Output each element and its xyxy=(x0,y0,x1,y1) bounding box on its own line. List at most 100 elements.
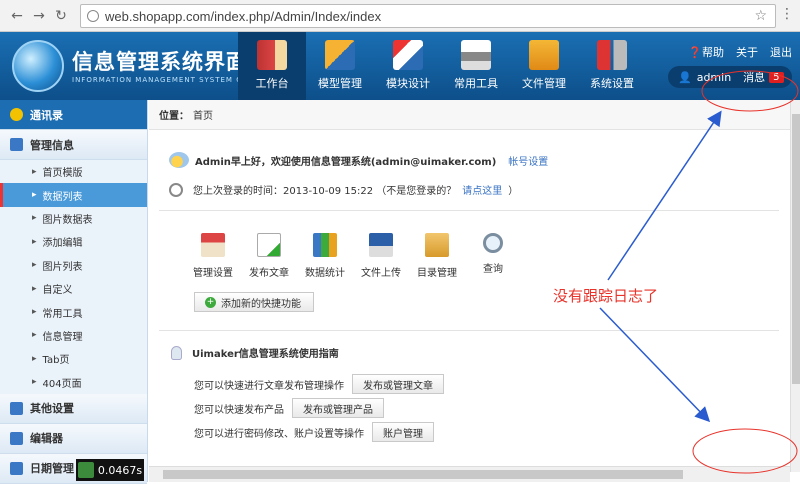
manage-article-button[interactable]: 发布或管理文章 xyxy=(352,374,444,394)
info-icon xyxy=(87,10,99,22)
sidebar: 通讯录 管理信息 首页模版 数据列表 图片数据表 添加编辑 图片列表 自定义 常… xyxy=(0,100,148,484)
timer-value: 0.0467s xyxy=(97,463,143,477)
divider xyxy=(159,330,779,331)
main-content: 位置： 首页 Admin早上好，欢迎使用信息管理系统(admin@uimaker… xyxy=(149,100,790,472)
message-count-badge: 5 xyxy=(769,71,784,83)
list-icon xyxy=(10,138,23,151)
calendar-icon xyxy=(10,461,23,475)
logo: 信息管理系统界面 INFORMATION MANAGEMENT SYSTEM G… xyxy=(12,38,251,94)
sidebar-group-editor[interactable]: 编辑器 xyxy=(0,423,147,454)
sidebar-item[interactable]: 自定义 xyxy=(0,277,147,300)
reload-icon[interactable]: ↻ xyxy=(50,5,72,27)
nav-workbench[interactable]: 工作台 xyxy=(238,32,306,100)
quick-data-stats[interactable]: 数据统计 xyxy=(305,233,345,279)
last-login-text: 您上次登录的时间：2013-10-09 15:22 （不是您登录的？ xyxy=(193,186,457,197)
divider xyxy=(159,210,779,211)
weather-sun-icon xyxy=(169,152,189,168)
messages-link[interactable]: 消息 xyxy=(743,69,765,85)
sidebar-item[interactable]: 图片列表 xyxy=(0,254,147,277)
add-shortcut-button[interactable]: + 添加新的快捷功能 xyxy=(194,292,314,312)
folder-icon xyxy=(425,233,449,257)
vertical-scrollbar[interactable] xyxy=(790,100,800,472)
edit-icon xyxy=(10,431,23,445)
app-header: 信息管理系统界面 INFORMATION MANAGEMENT SYSTEM G… xyxy=(0,32,800,100)
welcome-line: Admin早上好，欢迎使用信息管理系统(admin@uimaker.com) 帐… xyxy=(169,152,548,168)
compass-icon xyxy=(393,40,423,70)
address-bar[interactable]: web.shopapp.com/index.php/Admin/Index/in… xyxy=(80,4,776,28)
help-icon: ❓ xyxy=(688,46,702,59)
quick-file-upload[interactable]: 文件上传 xyxy=(361,233,401,279)
forward-icon[interactable]: → xyxy=(28,5,50,27)
folder-download-icon xyxy=(529,40,559,70)
leaf-logo-icon xyxy=(77,462,94,478)
sidebar-item[interactable]: 图片数据表 xyxy=(0,207,147,230)
quick-actions: 管理设置 发布文章 数据统计 文件上传 目录管理 查询 xyxy=(193,233,512,279)
sidebar-item[interactable]: 404页面 xyxy=(0,371,147,394)
sidebar-item-active[interactable]: 数据列表 xyxy=(0,183,147,207)
sidebar-item[interactable]: Tab页 xyxy=(0,347,147,370)
nav-module-design[interactable]: 模块设计 xyxy=(374,32,442,100)
sidebar-item[interactable]: 首页模版 xyxy=(0,160,147,183)
url-text: web.shopapp.com/index.php/Admin/Index/in… xyxy=(105,8,382,24)
top-links: ❓帮助 关于 退出 xyxy=(688,44,792,60)
last-login-close: ） xyxy=(508,186,519,197)
tools-icon xyxy=(597,40,627,70)
account-settings-link[interactable]: 帐号设置 xyxy=(508,153,548,168)
debug-timer[interactable]: 0.0467s xyxy=(76,459,144,481)
guide-line-product: 您可以快速发布产品 发布或管理产品 xyxy=(194,398,384,418)
nav-model-manage[interactable]: 模型管理 xyxy=(306,32,374,100)
logout-link[interactable]: 退出 xyxy=(770,44,792,60)
magnifier-icon xyxy=(483,233,503,253)
last-login-line: 您上次登录的时间：2013-10-09 15:22 （不是您登录的？ 请点这里 … xyxy=(169,182,518,197)
quick-publish-article[interactable]: 发布文章 xyxy=(249,233,289,279)
back-icon[interactable]: ← xyxy=(6,5,28,27)
breadcrumb-home[interactable]: 首页 xyxy=(193,107,213,122)
sidebar-group-manage-info[interactable]: 管理信息 xyxy=(0,130,147,160)
vertical-scroll-thumb[interactable] xyxy=(792,114,800,384)
horizontal-scrollbar[interactable] xyxy=(149,466,790,482)
globe-logo-icon xyxy=(12,40,64,92)
address-book-icon xyxy=(10,108,23,121)
floppy-upload-icon xyxy=(369,233,393,257)
breadcrumb-label: 位置： xyxy=(159,111,189,122)
bar-chart-icon xyxy=(313,233,337,257)
clock-icon xyxy=(169,182,183,197)
quick-search[interactable]: 查询 xyxy=(474,233,512,279)
account-manage-button[interactable]: 账户管理 xyxy=(372,422,434,442)
ruler-icon xyxy=(325,40,355,70)
username[interactable]: admin xyxy=(697,71,731,84)
sidebar-group-other-settings[interactable]: 其他设置 xyxy=(0,393,147,424)
nav-file-manage[interactable]: 文件管理 xyxy=(510,32,578,100)
chat-icon xyxy=(10,401,23,415)
about-link[interactable]: 关于 xyxy=(736,44,758,60)
document-add-icon xyxy=(257,233,281,257)
logo-subtitle: INFORMATION MANAGEMENT SYSTEM GUI xyxy=(72,76,252,84)
sidebar-item[interactable]: 信息管理 xyxy=(0,324,147,347)
main-nav: 工作台 模型管理 模块设计 常用工具 文件管理 系统设置 xyxy=(238,32,646,100)
browser-toolbar: ← → ↻ web.shopapp.com/index.php/Admin/In… xyxy=(0,0,800,32)
book-icon xyxy=(257,40,287,70)
nav-system-settings[interactable]: 系统设置 xyxy=(578,32,646,100)
help-link[interactable]: ❓帮助 xyxy=(688,44,724,60)
nav-common-tools[interactable]: 常用工具 xyxy=(442,32,510,100)
printer-icon xyxy=(461,40,491,70)
user-bar: 👤 admin 消息 5 xyxy=(668,66,792,88)
bookmark-star-icon[interactable]: ☆ xyxy=(754,8,767,24)
quick-directory-manage[interactable]: 目录管理 xyxy=(417,233,457,279)
welcome-text: Admin早上好，欢迎使用信息管理系统(admin@uimaker.com) xyxy=(195,156,497,168)
sidebar-item[interactable]: 添加编辑 xyxy=(0,230,147,253)
click-here-link[interactable]: 请点这里 xyxy=(462,182,502,197)
annotation-text: 没有跟踪日志了 xyxy=(553,287,659,305)
logo-title: 信息管理系统界面 xyxy=(72,50,248,74)
manage-product-button[interactable]: 发布或管理产品 xyxy=(292,398,384,418)
browser-menu-icon[interactable]: ⋮ xyxy=(780,6,794,22)
horizontal-scroll-thumb[interactable] xyxy=(163,470,683,479)
guide-title: Uimaker信息管理系统使用指南 xyxy=(171,345,339,360)
plus-icon: + xyxy=(205,296,216,308)
sidebar-item[interactable]: 常用工具 xyxy=(0,300,147,323)
quick-manage-settings[interactable]: 管理设置 xyxy=(193,233,233,279)
lightbulb-icon xyxy=(171,345,182,360)
sidebar-group-address-book[interactable]: 通讯录 xyxy=(0,100,147,130)
guide-line-article: 您可以快速进行文章发布管理操作 发布或管理文章 xyxy=(194,374,444,394)
breadcrumb: 位置： 首页 xyxy=(149,100,790,130)
